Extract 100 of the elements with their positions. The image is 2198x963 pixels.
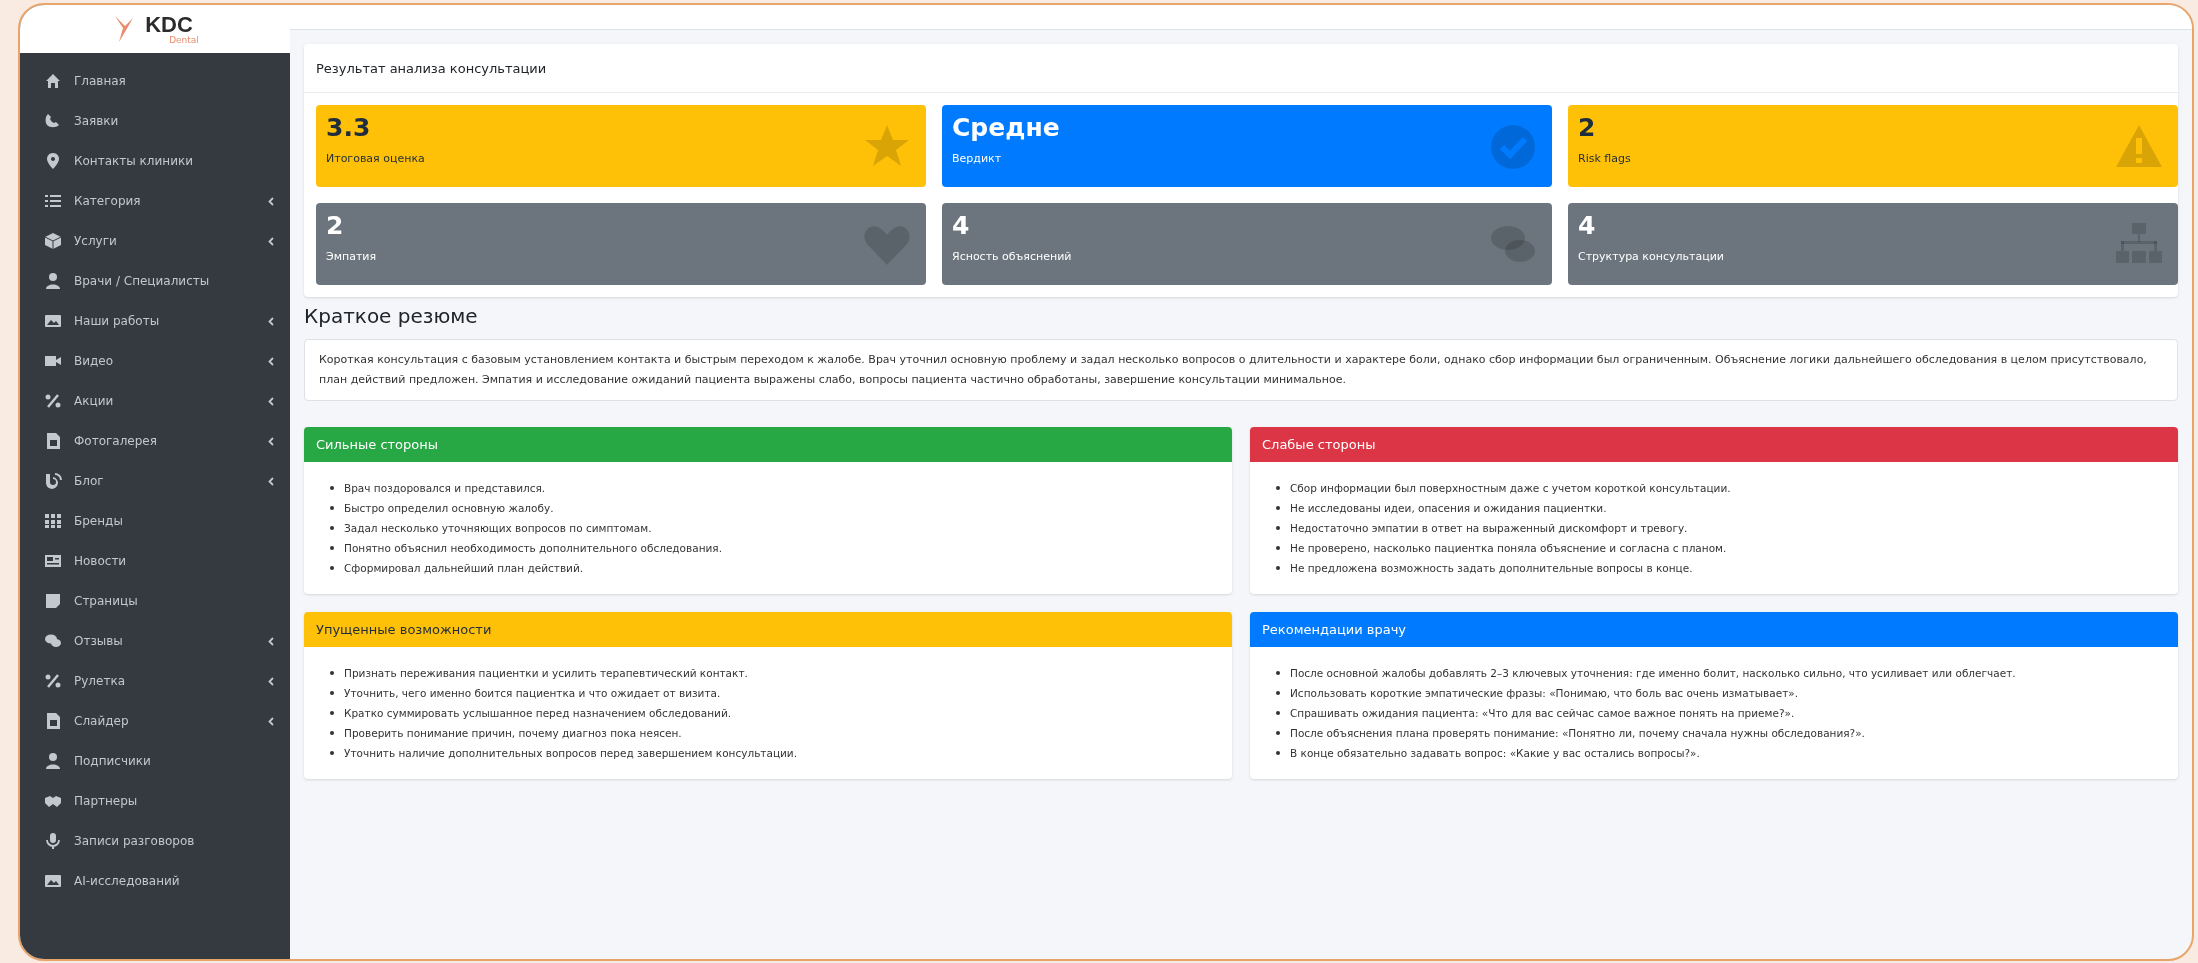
bullet-icon (1276, 731, 1280, 735)
list-item: Не предложена возможность задать дополнительные вопросы в конце. (1290, 561, 1693, 576)
list-item: Не исследованы идеи, опасения и ожидания пациентки. (1290, 501, 1607, 516)
list-item: Задал несколько уточняющих вопросов по симптомам. (344, 521, 652, 536)
list-item: Спрашивать ожидания пациента: «Что для вас сейчас самое важное понять на приеме?». (1290, 706, 1795, 721)
list-item: Уточнить, чего именно боится пациентка и что ожидает от визита. (344, 686, 721, 701)
stat-value: Средне (952, 112, 1061, 144)
stat-value: 4 (1578, 210, 1597, 242)
list-item: Признать переживания пациентки и усилить терапевтический контакт. (344, 666, 748, 681)
stat-label: Эмпатия (326, 249, 378, 265)
stat-label: Итоговая оценка (326, 151, 426, 167)
bullet-icon (330, 671, 334, 675)
sidebar-item[interactable]: Врачи / Специалисты (30, 261, 280, 301)
list-item: Врач поздоровался и представился. (344, 481, 546, 496)
check-circle-icon (1488, 122, 1538, 170)
list-item: Сбор информации был поверхностным даже с учетом короткой консультации. (1290, 481, 1731, 496)
sidebar-item[interactable]: Бренды (30, 501, 280, 541)
list-item: Сформировал дальнейший план действий. (344, 561, 584, 576)
logo-title: KDC (145, 13, 193, 36)
list-item: Использовать короткие эмпатические фразы: «Понимаю, что боль вас очень изматывает». (1290, 686, 1799, 701)
phone-icon (44, 112, 62, 130)
bullet-icon (330, 711, 334, 715)
list-item: После основной жалобы добавлять 2–3 ключевых уточнения: где именно болит, насколько сильно, что усиливает или облегчает. (1290, 666, 2016, 681)
bullet-icon (330, 546, 334, 550)
bullet-icon (330, 526, 334, 530)
list-icon (44, 192, 62, 210)
bullet-icon (1276, 691, 1280, 695)
list-item: Уточнить наличие дополнительных вопросов перед завершением консультации. (344, 746, 798, 761)
summary-heading: Краткое резюме (304, 303, 479, 330)
bullet-icon (330, 751, 334, 755)
document-icon (44, 432, 62, 450)
bullet-icon (1276, 486, 1280, 490)
microphone-icon (44, 832, 62, 850)
page-icon (44, 592, 62, 610)
sidebar-item[interactable]: Главная (30, 61, 280, 101)
stat-value: 4 (952, 210, 971, 242)
sidebar-item[interactable]: Партнеры (30, 781, 280, 821)
bullet-icon (1276, 526, 1280, 530)
list-item: Кратко суммировать услышанное перед назначением обследований. (344, 706, 732, 721)
stat-value: 2 (326, 210, 345, 242)
bullet-icon (1276, 546, 1280, 550)
sidebar-item[interactable]: Страницы (30, 581, 280, 621)
sidebar-item[interactable]: Видео (30, 341, 280, 381)
list-item: В конце обязательно задавать вопрос: «Какие у вас остались вопросы?». (1290, 746, 1700, 761)
bullet-icon (330, 731, 334, 735)
percent-icon (44, 392, 62, 410)
sidebar-item[interactable]: Новости (30, 541, 280, 581)
stat-label: Структура консультации (1578, 249, 1725, 265)
card-title: Результат анализа консультации (316, 61, 547, 76)
stat-label: Risk flags (1578, 151, 1632, 167)
bullet-icon (330, 486, 334, 490)
list-item: Понятно объяснил необходимость дополнительного обследования. (344, 541, 722, 556)
bullet-icon (330, 691, 334, 695)
sidebar-item[interactable]: Блог (30, 461, 280, 501)
summary-text: Короткая консультация с базовым установлением контакта и быстрым переходом к жалобе. Врач уточнил основную проблему и задал несколько вопросов о длительности и характере боли, однако сбор информации был ограниченным. Объяснение логики дальнейшего обследования в целом присутствовало, план действий предложен. Эмпатия и исследование ожиданий пациента выражены слабо, вопросы пациента частично обработаны, завершение консультации минимальное. (319, 352, 2148, 388)
list-item: Не проверено, насколько пациентка поняла объяснение и согласна с планом. (1290, 541, 1727, 556)
list-item: Быстро определил основную жалобу. (344, 501, 554, 516)
bullet-icon (330, 566, 334, 570)
sidebar-item[interactable]: Услуги (30, 221, 280, 261)
sidebar-item[interactable]: Фотогалерея (30, 421, 280, 461)
section-header: Рекомендации врачу (1250, 612, 2178, 647)
list-item: После объяснения плана проверять понимание: «Понятно ли, почему сначала нужны обследования?». (1290, 726, 1865, 741)
image-icon (44, 312, 62, 330)
sidebar-item[interactable]: Наши работы (30, 301, 280, 341)
bullet-icon (1276, 751, 1280, 755)
bullet-icon (1276, 506, 1280, 510)
list-item: Проверить понимание причин, почему диагноз пока неясен. (344, 726, 682, 741)
sidebar-item[interactable]: Контакты клиники (30, 141, 280, 181)
sidebar-item[interactable]: Категория (30, 181, 280, 221)
section-header: Слабые стороны (1250, 427, 2178, 462)
sidebar-item[interactable]: Заявки (30, 101, 280, 141)
home-icon (44, 72, 62, 90)
stat-value: 2 (1578, 112, 1597, 144)
map-pin-icon (44, 152, 62, 170)
user-icon (44, 752, 62, 770)
sidebar-item[interactable]: Подписчики (30, 741, 280, 781)
stat-label: Вердикт (952, 151, 1003, 167)
comments-icon (44, 632, 62, 650)
sidebar-item[interactable]: AI-исследований (30, 861, 280, 901)
bullet-icon (1276, 711, 1280, 715)
sidebar-item[interactable]: Отзывы (30, 621, 280, 661)
image-icon (44, 872, 62, 890)
newspaper-icon (44, 552, 62, 570)
sidebar-item[interactable]: Слайдер (30, 701, 280, 741)
blog-icon (44, 472, 62, 490)
percent-icon (44, 672, 62, 690)
list-item: Недостаточно эмпатии в ответ на выраженный дискомфорт и тревогу. (1290, 521, 1688, 536)
sidebar-item[interactable]: Рулетка (30, 661, 280, 701)
bullet-icon (1276, 671, 1280, 675)
logo-subtitle: Dental (169, 35, 199, 45)
user-icon (44, 272, 62, 290)
bullet-icon (330, 506, 334, 510)
grid-icon (44, 512, 62, 530)
stat-label: Ясность объяснений (952, 249, 1073, 265)
stat-value: 3.3 (326, 112, 372, 144)
sidebar-item[interactable]: Акции (30, 381, 280, 421)
document-icon (44, 712, 62, 730)
sidebar-item[interactable]: Записи разговоров (30, 821, 280, 861)
box-icon (44, 232, 62, 250)
bullet-icon (1276, 566, 1280, 570)
